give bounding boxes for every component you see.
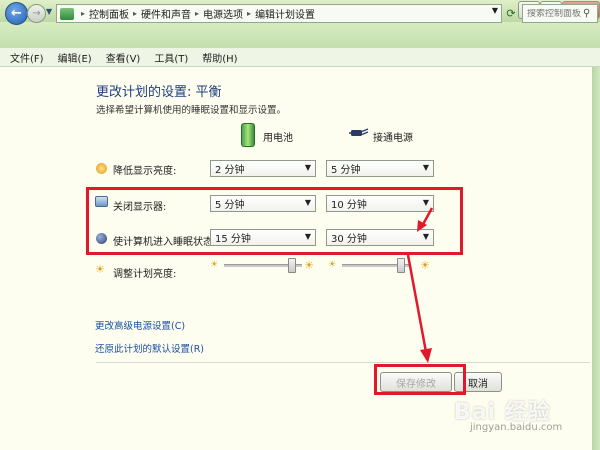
watermark-url: jingyan.baidu.com — [470, 422, 563, 433]
annotation-arrows — [406, 207, 434, 363]
